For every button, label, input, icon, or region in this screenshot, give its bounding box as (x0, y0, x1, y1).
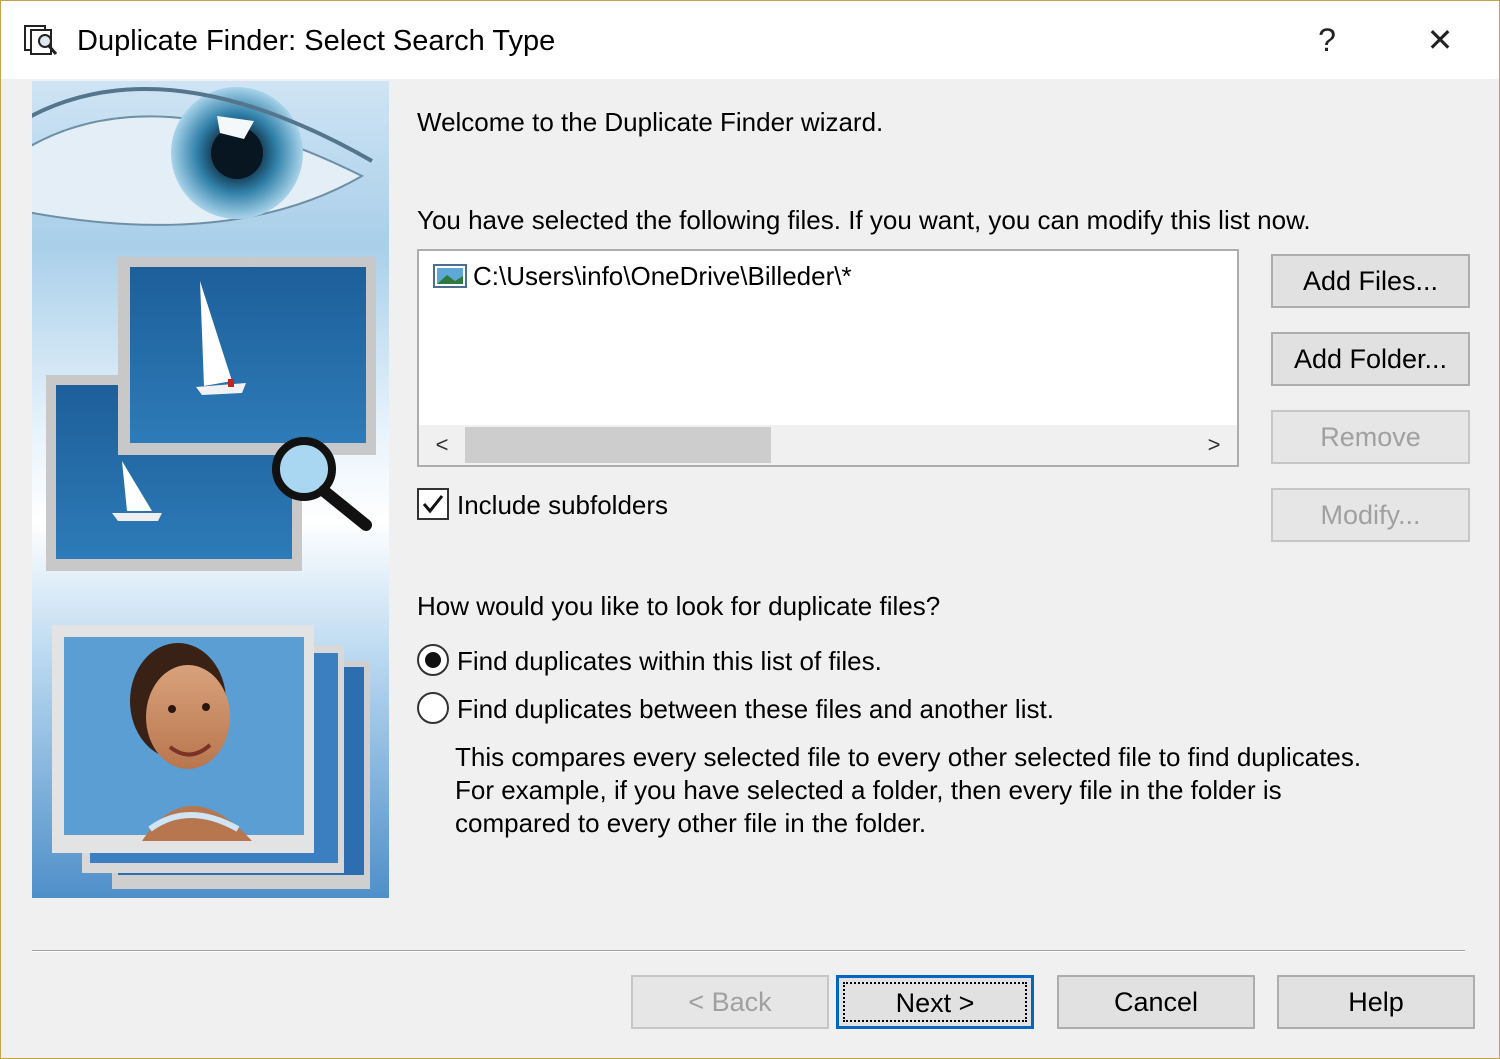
checkmark-icon (422, 495, 444, 514)
footer-separator (32, 950, 1465, 952)
description-line-2: For example, if you have selected a fold… (455, 775, 1282, 805)
include-subfolders-label[interactable]: Include subfolders (457, 488, 668, 522)
scrollbar-thumb[interactable] (465, 427, 771, 463)
next-button[interactable]: Next > (836, 975, 1034, 1029)
description-line-3: compared to every other file in the fold… (455, 808, 927, 838)
duplicate-finder-app-icon (23, 23, 61, 57)
cancel-button[interactable]: Cancel (1057, 975, 1255, 1029)
modify-button[interactable]: Modify... (1271, 488, 1470, 542)
wizard-side-illustration (32, 81, 389, 898)
within-list-label[interactable]: Find duplicates within this list of file… (457, 644, 882, 678)
description-line-1: This compares every selected file to eve… (455, 742, 1362, 772)
help-button[interactable]: Help (1277, 975, 1475, 1029)
title-bar: Duplicate Finder: Select Search Type ? ✕ (1, 1, 1499, 79)
within-list-radio[interactable] (417, 644, 449, 676)
welcome-heading: Welcome to the Duplicate Finder wizard. (417, 107, 884, 137)
files-intro-text: You have selected the following files. I… (417, 205, 1311, 235)
horizontal-scrollbar[interactable]: < > (419, 425, 1237, 465)
between-lists-radio[interactable] (417, 692, 449, 724)
back-button[interactable]: < Back (631, 975, 829, 1029)
between-lists-label[interactable]: Find duplicates between these files and … (457, 692, 1054, 726)
file-path: C:\Users\info\OneDrive\Billeder\* (473, 260, 852, 291)
remove-button[interactable]: Remove (1271, 410, 1470, 464)
search-type-question: How would you like to look for duplicate… (417, 591, 941, 621)
title-help-button[interactable]: ? (1297, 13, 1357, 67)
scroll-left-icon[interactable]: < (419, 425, 465, 465)
close-icon[interactable]: ✕ (1410, 13, 1470, 67)
image-file-icon (433, 264, 467, 288)
scroll-right-icon[interactable]: > (1191, 425, 1237, 465)
duplicate-finder-dialog: Duplicate Finder: Select Search Type ? ✕ (0, 0, 1500, 1059)
selected-files-list[interactable]: C:\Users\info\OneDrive\Billeder\* < > (417, 249, 1239, 467)
list-item[interactable]: C:\Users\info\OneDrive\Billeder\* (433, 259, 852, 293)
add-folder-button[interactable]: Add Folder... (1271, 332, 1470, 386)
window-title: Duplicate Finder: Select Search Type (77, 25, 556, 57)
include-subfolders-checkbox[interactable] (417, 488, 449, 520)
add-files-button[interactable]: Add Files... (1271, 254, 1470, 308)
